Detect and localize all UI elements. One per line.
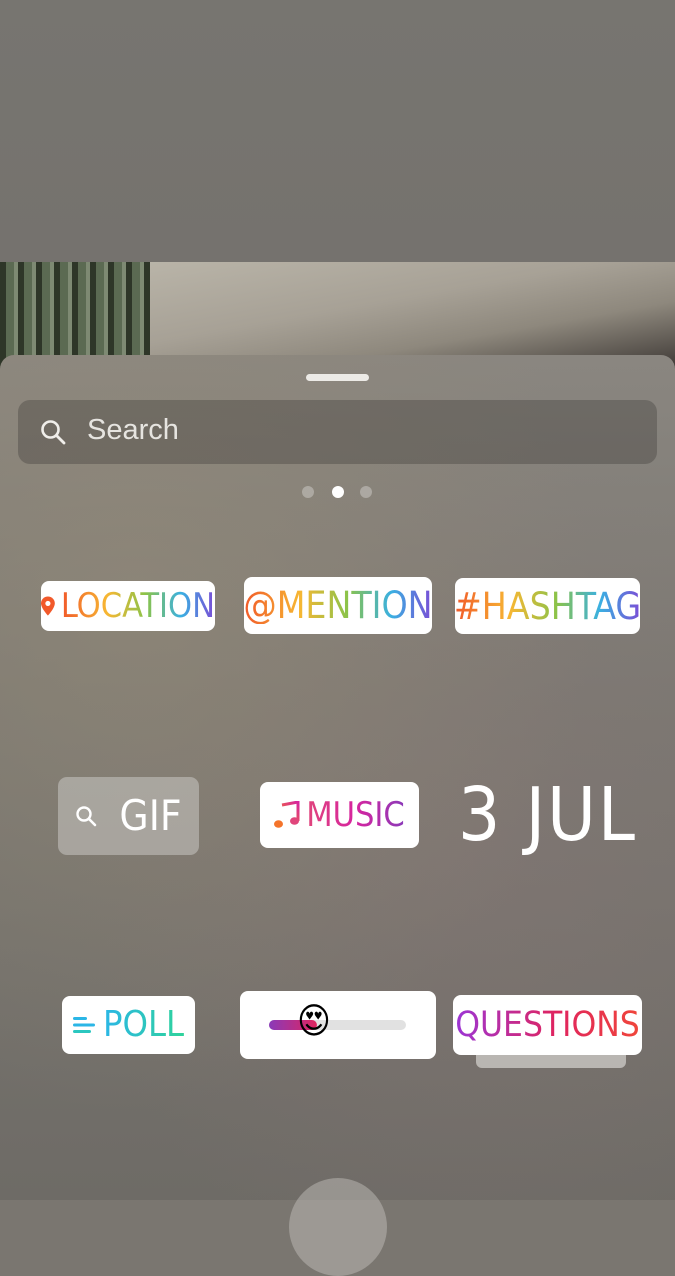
music-label: MUSIC <box>306 795 405 835</box>
close-tray-button[interactable] <box>289 1178 387 1276</box>
mention-sticker[interactable]: @MENTION <box>244 577 432 634</box>
location-label: LOCATION <box>60 586 215 626</box>
questions-sticker[interactable]: QUESTIONS <box>453 995 642 1055</box>
poll-sticker[interactable]: POLL <box>62 996 195 1054</box>
questions-label: QUESTIONS <box>455 1004 640 1045</box>
slider-track <box>269 1020 406 1030</box>
drag-handle[interactable] <box>306 374 369 381</box>
date-sticker[interactable]: 3 JUL <box>458 772 643 862</box>
search-placeholder: Search <box>87 414 179 446</box>
music-note-icon <box>274 801 300 828</box>
page-dot-3[interactable] <box>360 486 372 498</box>
music-sticker[interactable]: MUSIC <box>260 782 419 848</box>
heart-eyes-emoji-icon[interactable]: 😍 <box>297 1004 331 1040</box>
page-indicator <box>302 486 374 498</box>
page-dot-2[interactable] <box>332 486 344 498</box>
poll-label: POLL <box>102 1004 185 1045</box>
search-icon <box>76 806 97 827</box>
search-icon <box>41 420 66 445</box>
page-dot-1[interactable] <box>302 486 314 498</box>
mention-label: @MENTION <box>244 584 432 627</box>
hashtag-sticker[interactable]: #HASHTAG <box>455 578 640 634</box>
gif-label: GIF <box>119 791 182 840</box>
poll-lines-icon <box>72 1017 95 1033</box>
hashtag-label: #HASHTAG <box>455 584 640 628</box>
location-pin-icon <box>41 596 55 616</box>
location-sticker[interactable]: LOCATION <box>41 581 215 631</box>
gif-sticker[interactable]: GIF <box>58 777 199 855</box>
emoji-slider-sticker[interactable]: 😍 <box>240 991 436 1059</box>
sticker-search-bar[interactable]: Search <box>18 400 657 464</box>
